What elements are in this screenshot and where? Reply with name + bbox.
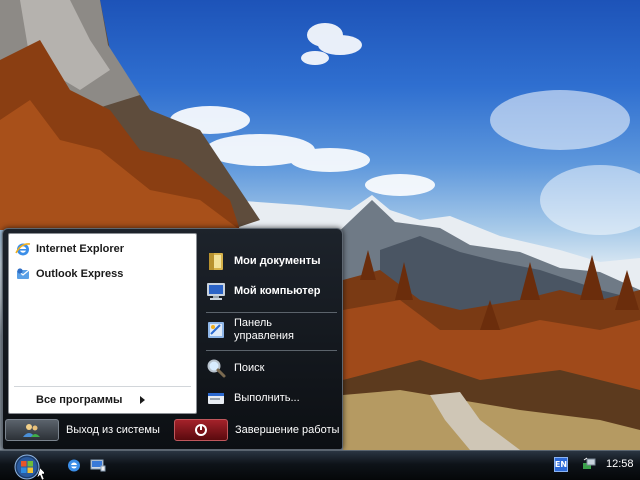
pinned-item-outlook-express[interactable]: Outlook Express: [14, 263, 192, 285]
run-icon: [204, 386, 228, 410]
power-icon: [195, 424, 207, 436]
language-indicator[interactable]: EN: [554, 457, 568, 472]
quicklaunch-internet-explorer[interactable]: [66, 457, 82, 473]
logoff-button-face: [5, 419, 59, 441]
clock[interactable]: 12:58: [606, 458, 634, 470]
menu-item-label: Поиск: [234, 361, 265, 374]
quicklaunch-show-desktop[interactable]: [90, 457, 106, 473]
start-button[interactable]: [10, 452, 47, 480]
folder-icon: [204, 249, 228, 273]
pinned-item-label: Outlook Express: [36, 268, 124, 280]
internet-explorer-icon: [14, 240, 32, 258]
divider: [206, 312, 337, 313]
menu-item-label-line2: управления: [234, 330, 294, 342]
menu-item-my-computer[interactable]: Мой компьютер: [204, 279, 340, 303]
menu-item-label-line1: Панель: [234, 317, 273, 329]
outlook-express-icon: [14, 265, 32, 283]
network-icon: [583, 457, 596, 469]
windows-logo-icon: [14, 454, 47, 480]
shutdown-label: Завершение работы: [235, 424, 340, 436]
arrow-right-icon: [140, 396, 146, 404]
shutdown-button-face: [174, 419, 228, 441]
show-desktop-icon: [90, 459, 106, 472]
all-programs-button[interactable]: Все программы: [14, 389, 191, 411]
computer-icon: [204, 279, 228, 303]
all-programs-label: Все программы: [36, 394, 123, 406]
menu-item-label: Выполнить...: [234, 391, 300, 404]
users-icon: [23, 424, 40, 437]
divider: [14, 386, 191, 387]
network-tray-icon[interactable]: [581, 456, 597, 472]
menu-item-my-documents[interactable]: Мои документы: [204, 249, 340, 273]
pinned-item-internet-explorer[interactable]: Internet Explorer: [14, 238, 192, 260]
menu-item-control-panel[interactable]: Панель управления: [204, 317, 340, 343]
menu-item-search[interactable]: Поиск: [204, 356, 340, 380]
menu-item-label: Мои документы: [234, 254, 321, 267]
start-menu: Internet Explorer Outlook Express Все пр…: [2, 228, 343, 450]
control-panel-icon: [204, 318, 228, 342]
internet-explorer-icon: [68, 459, 80, 472]
pinned-programs-pane: Internet Explorer Outlook Express Все пр…: [8, 233, 197, 414]
shutdown-button[interactable]: Завершение работы: [174, 419, 339, 441]
menu-item-label: Мой компьютер: [234, 284, 321, 297]
menu-item-label: Панель управления: [234, 317, 294, 343]
logoff-button[interactable]: Выход из системы: [5, 419, 160, 441]
logoff-label: Выход из системы: [66, 424, 160, 436]
pinned-item-label: Internet Explorer: [36, 243, 125, 255]
menu-item-run[interactable]: Выполнить...: [204, 386, 340, 410]
search-icon: [204, 356, 228, 380]
divider: [206, 350, 337, 351]
